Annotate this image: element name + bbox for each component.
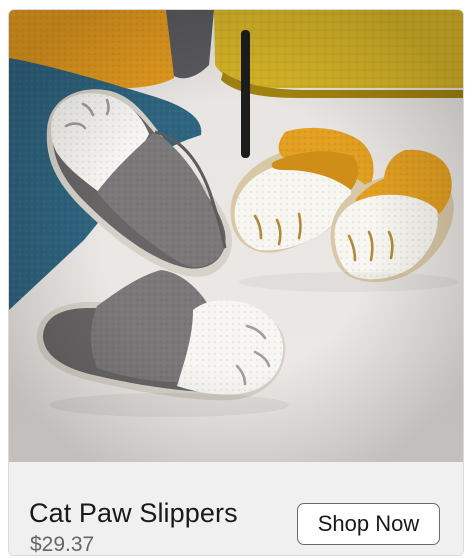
shop-now-button[interactable]: Shop Now — [297, 503, 440, 545]
product-price: $29.37 — [30, 533, 95, 556]
product-footer: Cat Paw Slippers $29.37 Shop Now — [9, 462, 463, 555]
product-card[interactable]: Cat Paw Slippers $29.37 Shop Now — [8, 9, 464, 556]
product-title[interactable]: Cat Paw Slippers — [29, 498, 238, 529]
product-image[interactable] — [9, 10, 463, 462]
